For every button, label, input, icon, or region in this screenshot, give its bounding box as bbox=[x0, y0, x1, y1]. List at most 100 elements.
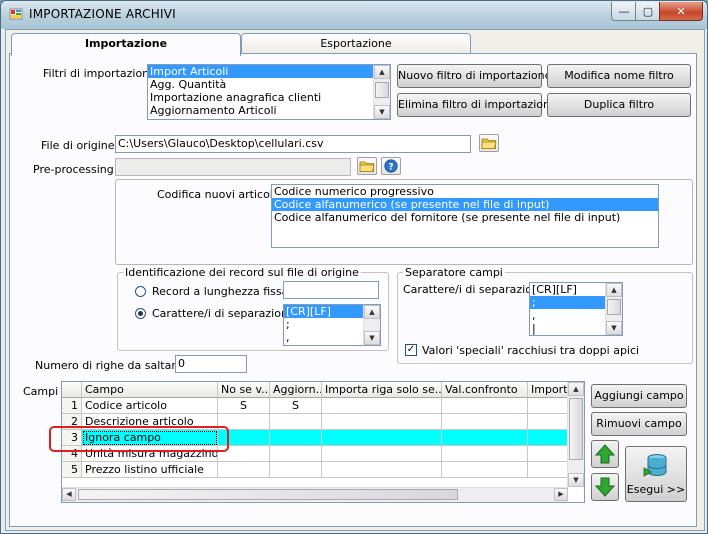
preprocessing-browse-button[interactable] bbox=[357, 157, 377, 175]
table-row-cell[interactable] bbox=[528, 446, 568, 462]
field-separator-scrollbar[interactable]: ▲ ▼ bbox=[605, 283, 622, 335]
move-down-button[interactable] bbox=[591, 473, 619, 501]
scroll-thumb[interactable] bbox=[607, 299, 621, 315]
new-filter-button[interactable]: Nuovo filtro di importazione bbox=[397, 64, 551, 88]
column-header-campo[interactable]: Campo bbox=[82, 382, 218, 398]
table-row-aggiorn[interactable] bbox=[270, 430, 322, 446]
row-number[interactable]: 5 bbox=[62, 462, 82, 478]
coding-item[interactable]: Codice numerico progressivo bbox=[272, 185, 658, 198]
rename-filter-button[interactable]: Modifica nome filtro bbox=[547, 64, 691, 88]
column-header-val-confronto[interactable]: Val.confronto bbox=[442, 382, 528, 398]
scroll-down-icon[interactable]: ▼ bbox=[374, 105, 390, 119]
scroll-down-icon[interactable]: ▼ bbox=[606, 321, 622, 335]
scroll-left-icon[interactable]: ◀ bbox=[62, 488, 76, 501]
separator-radio[interactable] bbox=[135, 308, 146, 319]
filters-listbox[interactable]: Import Articoli Agg. Quantità Importazio… bbox=[147, 64, 391, 120]
table-row-campo[interactable]: Codice articolo bbox=[82, 398, 218, 414]
close-button[interactable]: ✕ bbox=[659, 2, 703, 21]
scroll-up-icon[interactable]: ▲ bbox=[606, 283, 622, 297]
import-window: IMPORTAZIONE ARCHIVI — ▢ ✕ Importazione … bbox=[0, 0, 708, 534]
record-separator-listbox[interactable]: [CR][LF] ; , ▲ ▼ bbox=[283, 304, 381, 346]
scroll-right-icon[interactable]: ▶ bbox=[554, 488, 568, 501]
tab-importazione[interactable]: Importazione bbox=[11, 33, 241, 56]
scroll-down-icon[interactable]: ▼ bbox=[568, 473, 584, 487]
window-title: IMPORTAZIONE ARCHIVI bbox=[29, 7, 176, 21]
table-row-cell[interactable] bbox=[442, 462, 528, 478]
column-header-importa-riga[interactable]: Importa riga solo se... bbox=[322, 382, 442, 398]
folder-icon bbox=[481, 138, 497, 149]
fixed-length-input[interactable] bbox=[283, 281, 379, 299]
quoted-values-label: Valori 'speciali' racchiusi tra doppi ap… bbox=[422, 344, 640, 357]
skip-rows-label: Numero di righe da saltare : bbox=[35, 359, 190, 372]
grid-horizontal-scrollbar[interactable]: ◀ ▶ bbox=[62, 487, 568, 502]
coding-item[interactable]: Codice alfanumerico del fornitore (se pr… bbox=[272, 211, 658, 224]
fixed-length-radio[interactable] bbox=[135, 286, 146, 297]
tab-esportazione[interactable]: Esportazione bbox=[241, 33, 471, 54]
table-row-cell[interactable] bbox=[528, 430, 568, 446]
fixed-length-label: Record a lunghezza fissa bbox=[152, 285, 289, 298]
browse-folder-button[interactable] bbox=[479, 134, 499, 152]
scroll-up-icon[interactable]: ▲ bbox=[568, 382, 584, 396]
coding-item[interactable]: Codice alfanumerico (se presente nel fil… bbox=[272, 198, 658, 211]
scroll-up-icon[interactable]: ▲ bbox=[374, 65, 390, 79]
move-up-button[interactable] bbox=[591, 440, 619, 468]
help-icon: ? bbox=[384, 159, 398, 173]
quoted-values-checkbox[interactable]: ✓ bbox=[405, 344, 417, 356]
source-file-label: File di origine : bbox=[41, 139, 122, 152]
skip-rows-input[interactable]: 0 bbox=[175, 355, 247, 373]
arrow-down-icon bbox=[594, 477, 616, 497]
record-separator-scrollbar[interactable]: ▲ ▼ bbox=[363, 305, 380, 345]
preprocessing-input[interactable] bbox=[115, 158, 351, 176]
table-row-cell[interactable] bbox=[528, 398, 568, 414]
table-row-aggiorn[interactable]: S bbox=[270, 398, 322, 414]
table-row-nosev[interactable] bbox=[218, 462, 270, 478]
row-number[interactable]: 1 bbox=[62, 398, 82, 414]
field-separator-listbox[interactable]: [CR][LF] ; , | ▲ ▼ bbox=[529, 282, 623, 336]
grid-vertical-scrollbar[interactable]: ▲ ▼ bbox=[567, 382, 584, 487]
table-row-aggiorn[interactable] bbox=[270, 446, 322, 462]
table-row-cell[interactable] bbox=[442, 446, 528, 462]
table-row-aggiorn[interactable] bbox=[270, 462, 322, 478]
table-row-cell[interactable] bbox=[322, 414, 442, 430]
scroll-down-icon[interactable]: ▼ bbox=[364, 331, 380, 345]
filter-item[interactable]: Agg. Quantità bbox=[148, 78, 390, 91]
database-run-icon bbox=[643, 454, 667, 477]
maximize-button[interactable]: ▢ bbox=[635, 2, 661, 21]
table-row-cell[interactable] bbox=[528, 462, 568, 478]
table-row-cell[interactable] bbox=[528, 414, 568, 430]
remove-field-button[interactable]: Rimuovi campo bbox=[591, 412, 687, 436]
scroll-thumb[interactable] bbox=[569, 398, 583, 460]
table-row-aggiorn[interactable] bbox=[270, 414, 322, 430]
column-header-importa[interactable]: Importa bbox=[528, 382, 568, 398]
table-row-cell[interactable] bbox=[442, 414, 528, 430]
run-import-button[interactable]: Esegui >> bbox=[625, 446, 687, 502]
minimize-button[interactable]: — bbox=[611, 2, 637, 21]
filter-item[interactable]: Aggiornamento Articoli bbox=[148, 104, 390, 117]
column-header-aggiorn[interactable]: Aggiorn... bbox=[270, 382, 322, 398]
source-file-input[interactable]: C:\Users\Glauco\Desktop\cellulari.csv bbox=[115, 135, 471, 153]
folder-icon bbox=[359, 161, 375, 172]
delete-filter-button[interactable]: Elimina filtro di importazione bbox=[397, 93, 557, 117]
duplicate-filter-button[interactable]: Duplica filtro bbox=[547, 93, 691, 117]
column-header-no-se-v[interactable]: No se v... bbox=[218, 382, 270, 398]
fields-label: Campi : bbox=[23, 385, 66, 398]
table-row-nosev[interactable]: S bbox=[218, 398, 270, 414]
scroll-thumb[interactable] bbox=[375, 82, 389, 98]
filter-item[interactable]: Importazione anagrafica clienti bbox=[148, 91, 390, 104]
preprocessing-help-button[interactable]: ? bbox=[381, 157, 401, 175]
field-separator-legend: Separatore campi bbox=[403, 266, 505, 279]
table-row-cell[interactable] bbox=[442, 398, 528, 414]
add-field-button[interactable]: Aggiungi campo bbox=[591, 384, 687, 408]
table-row-cell[interactable] bbox=[322, 446, 442, 462]
scroll-up-icon[interactable]: ▲ bbox=[364, 305, 380, 319]
article-coding-listbox[interactable]: Codice numerico progressivo Codice alfan… bbox=[271, 184, 659, 248]
table-row-cell[interactable] bbox=[442, 430, 528, 446]
table-row-cell[interactable] bbox=[322, 398, 442, 414]
table-row-campo[interactable]: Prezzo listino ufficiale bbox=[82, 462, 218, 478]
title-bar[interactable]: IMPORTAZIONE ARCHIVI — ▢ ✕ bbox=[1, 1, 707, 29]
scroll-thumb[interactable] bbox=[78, 489, 458, 500]
filter-item[interactable]: Import Articoli bbox=[148, 65, 390, 78]
table-row-cell[interactable] bbox=[322, 462, 442, 478]
table-row-cell[interactable] bbox=[322, 430, 442, 446]
filters-scrollbar[interactable]: ▲ ▼ bbox=[373, 65, 390, 119]
